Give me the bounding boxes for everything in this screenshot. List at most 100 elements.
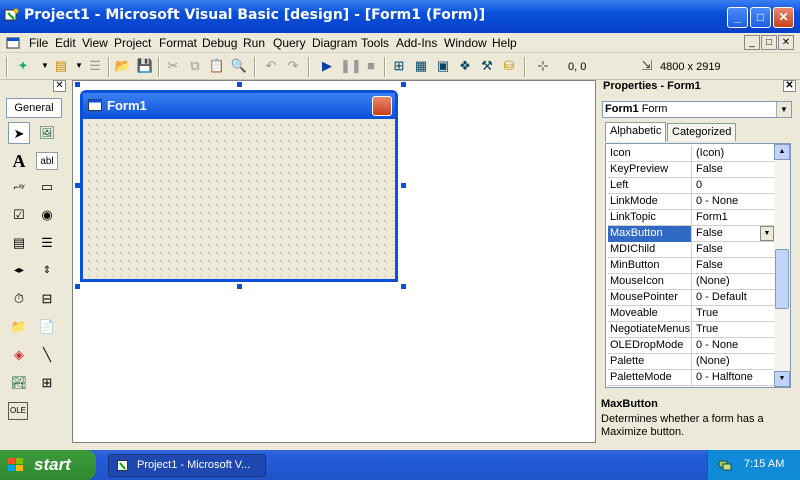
- dirlistbox-tool-icon[interactable]: 📁: [8, 316, 30, 338]
- resize-handle[interactable]: [237, 284, 242, 289]
- property-row[interactable]: MinButton False: [608, 258, 774, 274]
- break-icon[interactable]: ❚❚: [340, 57, 362, 75]
- find-icon[interactable]: 🔍: [230, 57, 248, 75]
- menu-edit[interactable]: Edit: [55, 36, 76, 50]
- property-grid-scrollbar[interactable]: ▲ ▼: [774, 144, 790, 387]
- picturebox-tool-icon[interactable]: 🖼: [36, 122, 58, 144]
- ole-tool-icon[interactable]: OLE: [8, 402, 28, 420]
- resize-handle[interactable]: [75, 284, 80, 289]
- copy-icon[interactable]: ⧉: [186, 57, 204, 75]
- data-tool-icon[interactable]: ⊞: [36, 372, 58, 394]
- pointer-tool-icon[interactable]: ➤: [8, 122, 30, 144]
- resize-handle[interactable]: [75, 82, 80, 87]
- property-row[interactable]: LinkMode 0 - None: [608, 194, 774, 210]
- menu-format[interactable]: Format: [159, 36, 197, 50]
- toolbox-icon[interactable]: ⚒: [478, 57, 496, 75]
- toolbox-header[interactable]: ✕: [4, 80, 66, 94]
- tab-alphabetic[interactable]: Alphabetic: [605, 122, 667, 142]
- shape-tool-icon[interactable]: ◈: [8, 344, 30, 366]
- property-row[interactable]: Left 0: [608, 178, 774, 194]
- menu-window[interactable]: Window: [444, 36, 487, 50]
- property-row[interactable]: MousePointer 0 - Default: [608, 290, 774, 306]
- property-value[interactable]: 0 - Default: [694, 290, 774, 306]
- property-row[interactable]: Moveable True: [608, 306, 774, 322]
- chevron-down-icon[interactable]: ▼: [760, 226, 774, 241]
- scroll-thumb[interactable]: [775, 249, 789, 309]
- property-value[interactable]: True: [694, 322, 774, 338]
- resize-handle[interactable]: [401, 183, 406, 188]
- start-button[interactable]: start: [0, 450, 96, 480]
- filelistbox-tool-icon[interactable]: 📄: [36, 316, 58, 338]
- form-system-icon[interactable]: [6, 36, 20, 50]
- timer-tool-icon[interactable]: ⏱: [8, 288, 30, 310]
- menu-diagram[interactable]: Diagram: [312, 36, 357, 50]
- property-value[interactable]: 0 - Halftone: [694, 370, 774, 386]
- redo-icon[interactable]: ↷: [284, 57, 302, 75]
- hscrollbar-tool-icon[interactable]: ◂▸: [8, 260, 30, 282]
- mdi-minimize-button[interactable]: _: [744, 35, 760, 50]
- menu-debug[interactable]: Debug: [202, 36, 237, 50]
- checkbox-tool-icon[interactable]: ☑: [8, 204, 30, 226]
- property-value[interactable]: False: [694, 242, 774, 258]
- vb-app-icon[interactable]: [4, 7, 20, 23]
- form1-grid-surface[interactable]: [85, 121, 393, 277]
- form1-window[interactable]: Form1 ✕: [80, 90, 408, 282]
- property-row[interactable]: MouseIcon (None): [608, 274, 774, 290]
- save-project-icon[interactable]: 💾: [136, 57, 154, 75]
- resize-handle[interactable]: [401, 284, 406, 289]
- frame-tool-icon[interactable]: ⌐ˣʸ: [8, 176, 30, 198]
- scroll-up-icon[interactable]: ▲: [774, 144, 790, 160]
- property-value[interactable]: True: [694, 306, 774, 322]
- property-row[interactable]: PaletteMode 0 - Halftone: [608, 370, 774, 386]
- taskbar-button-project1[interactable]: Project1 - Microsoft V...: [108, 454, 266, 477]
- network-icon[interactable]: [718, 458, 732, 472]
- image-tool-icon[interactable]: 🏞: [8, 372, 30, 394]
- properties-window-icon[interactable]: ▦: [412, 57, 430, 75]
- add-form-icon[interactable]: ▤: [52, 57, 70, 75]
- property-value[interactable]: (None): [694, 354, 774, 370]
- drivelistbox-tool-icon[interactable]: ⊟: [36, 288, 58, 310]
- start-icon[interactable]: ▶: [318, 57, 336, 75]
- project-explorer-icon[interactable]: ⊞: [390, 57, 408, 75]
- chevron-down-icon[interactable]: ▼: [776, 102, 791, 117]
- menu-help[interactable]: Help: [492, 36, 517, 50]
- cut-icon[interactable]: ✂: [164, 57, 182, 75]
- form1-close-button[interactable]: ✕: [372, 96, 408, 118]
- properties-close-button[interactable]: ✕: [783, 80, 796, 92]
- properties-title[interactable]: Properties - Form1 ✕: [599, 80, 800, 94]
- property-value[interactable]: False: [694, 258, 774, 274]
- mdi-close-button[interactable]: ✕: [778, 35, 794, 50]
- property-value[interactable]: 0: [694, 178, 774, 194]
- menu-run[interactable]: Run: [243, 36, 265, 50]
- menu-tools[interactable]: Tools: [361, 36, 389, 50]
- resize-handle[interactable]: [401, 82, 406, 87]
- menu-file[interactable]: File: [29, 36, 48, 50]
- paste-icon[interactable]: 📋: [208, 57, 226, 75]
- object-select[interactable]: Form1 Form ▼: [602, 101, 792, 118]
- commandbutton-tool-icon[interactable]: ▭: [36, 176, 58, 198]
- property-row[interactable]: MDIChild False: [608, 242, 774, 258]
- title-bar[interactable]: Project1 - Microsoft Visual Basic [desig…: [0, 0, 800, 33]
- object-browser-icon[interactable]: ❖: [456, 57, 474, 75]
- menu-view[interactable]: View: [82, 36, 108, 50]
- close-button[interactable]: ✕: [773, 7, 794, 28]
- label-tool-icon[interactable]: A: [8, 150, 30, 172]
- line-tool-icon[interactable]: ╲: [36, 344, 58, 366]
- menu-add-ins[interactable]: Add-Ins: [396, 36, 437, 50]
- vscrollbar-tool-icon[interactable]: ⇕: [36, 260, 58, 282]
- toolbox-close-button[interactable]: ✕: [53, 80, 66, 92]
- property-value[interactable]: 0 - None: [694, 338, 774, 354]
- listbox-tool-icon[interactable]: ☰: [36, 232, 58, 254]
- open-project-icon[interactable]: 📂: [114, 57, 132, 75]
- menu-query[interactable]: Query: [273, 36, 306, 50]
- toolbox-general-tab[interactable]: General: [6, 98, 62, 118]
- property-value[interactable]: Form1: [694, 210, 774, 226]
- property-row[interactable]: MaxButton False ▼: [608, 226, 774, 242]
- property-value[interactable]: False: [694, 162, 774, 178]
- maximize-button[interactable]: □: [750, 7, 771, 28]
- combobox-tool-icon[interactable]: ▤: [8, 232, 30, 254]
- scroll-down-icon[interactable]: ▼: [774, 371, 790, 387]
- property-row[interactable]: Icon (Icon): [608, 146, 774, 162]
- property-value[interactable]: (None): [694, 274, 774, 290]
- end-icon[interactable]: ■: [362, 57, 380, 75]
